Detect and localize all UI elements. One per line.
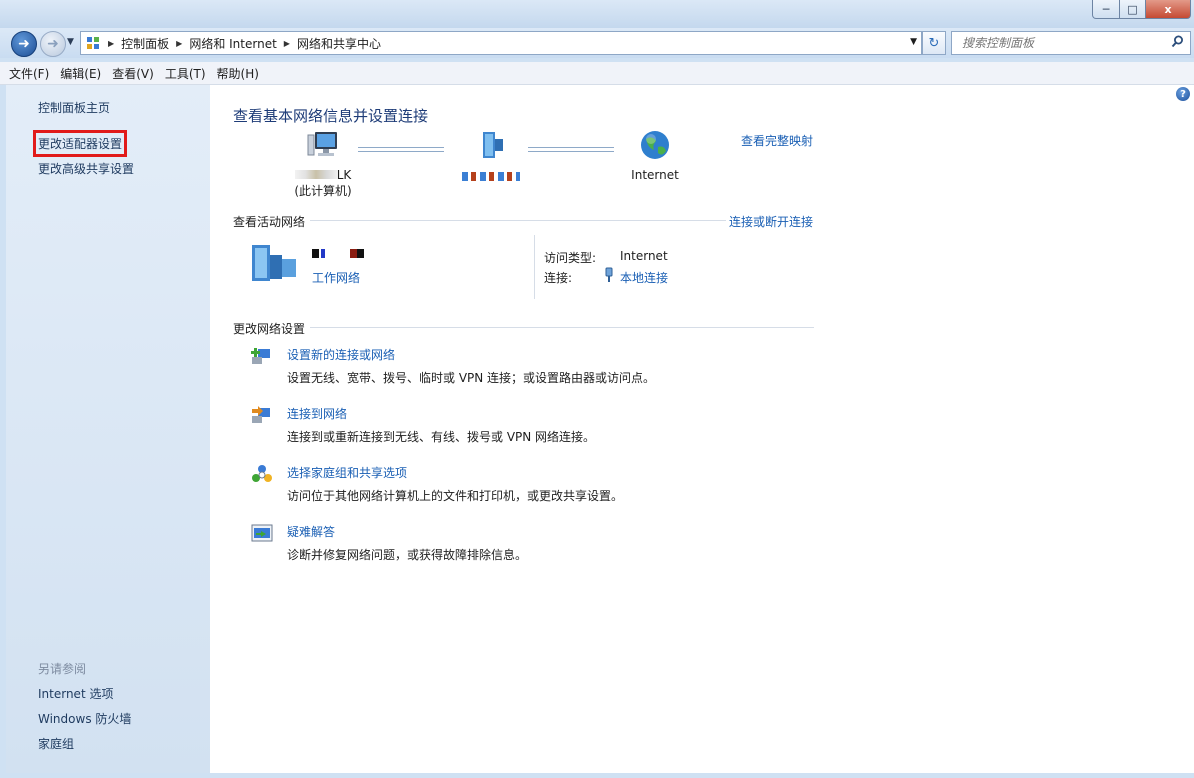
page-title: 查看基本网络信息并设置连接 — [233, 107, 429, 125]
computer-icon — [307, 132, 337, 156]
navigation-bar: ➜ ➜ ▼ ▶ 控制面板 ▶ 网络和 Internet ▶ 网络和共享中心 ▼ … — [0, 28, 1194, 58]
see-also-internet-options[interactable]: Internet 选项 — [38, 685, 113, 702]
chevron-right-icon: ▶ — [283, 38, 290, 48]
section-divider — [310, 220, 726, 221]
task-troubleshoot-desc: 诊断并修复网络问题，或获得故障排除信息。 — [287, 548, 528, 562]
map-node-network[interactable] — [456, 129, 526, 184]
map-connection-line — [358, 147, 444, 152]
menu-bar: 文件(F) 编辑(E) 查看(V) 工具(T) 帮助(H) — [0, 62, 1194, 85]
section-divider — [310, 327, 814, 328]
menu-help[interactable]: 帮助(H) — [217, 65, 259, 82]
troubleshoot-icon — [251, 524, 273, 542]
view-full-map-link[interactable]: 查看完整映射 — [741, 132, 813, 149]
access-type-label: 访问类型: — [544, 251, 597, 265]
new-connection-icon — [251, 348, 270, 364]
map-node-this-computer[interactable]: LK (此计算机) — [258, 129, 388, 199]
connections-label: 连接: — [544, 271, 573, 285]
redacted-network-name — [462, 172, 520, 181]
redacted-computer-name — [294, 170, 337, 179]
task-setup-new-connection[interactable]: 设置新的连接或网络 — [287, 346, 395, 363]
menu-file[interactable]: 文件(F) — [9, 65, 49, 82]
change-settings-heading: 更改网络设置 — [233, 322, 306, 336]
globe-icon — [641, 131, 669, 159]
see-also-homegroup[interactable]: 家庭组 — [38, 735, 74, 752]
search-icon[interactable] — [1171, 35, 1184, 51]
task-homegroup-sharing-desc: 访问位于其他网络计算机上的文件和打印机，或更改共享设置。 — [287, 489, 624, 503]
task-connect-to-network-desc: 连接到或重新连接到无线、有线、拨号或 VPN 网络连接。 — [287, 430, 596, 444]
address-dropdown-icon[interactable]: ▼ — [910, 37, 917, 47]
refresh-button[interactable]: ↻ — [922, 31, 946, 55]
access-type-value: Internet — [620, 249, 668, 263]
connect-or-disconnect-link[interactable]: 连接或断开连接 — [729, 213, 813, 230]
control-panel-icon — [85, 35, 101, 51]
network-adapter-icon — [604, 267, 614, 286]
arrow-left-icon: ➜ — [18, 36, 30, 52]
chevron-right-icon: ▶ — [108, 38, 115, 48]
refresh-icon: ↻ — [928, 35, 940, 51]
task-setup-new-connection-desc: 设置无线、宽带、拨号、临时或 VPN 连接；或设置路由器或访问点。 — [287, 371, 656, 385]
sidebar-link-control-panel-home[interactable]: 控制面板主页 — [38, 99, 110, 116]
close-icon: x — [1164, 2, 1172, 16]
network-building-icon — [483, 132, 503, 158]
menu-tools[interactable]: 工具(T) — [165, 65, 206, 82]
task-connect-to-network[interactable]: 连接到网络 — [287, 405, 347, 422]
title-bar: ─ □ x — [0, 0, 1194, 28]
homegroup-icon — [252, 465, 272, 482]
arrow-right-icon: ➜ — [47, 36, 59, 52]
task-sidebar: 控制面板主页 更改适配器设置 更改高级共享设置 另请参阅 Internet 选项… — [6, 85, 210, 773]
vertical-divider — [534, 235, 535, 299]
map-node-internet[interactable]: Internet — [622, 129, 688, 182]
map-connection-line — [528, 147, 614, 152]
breadcrumb-network-sharing-center[interactable]: 网络和共享中心 — [297, 35, 381, 52]
close-button[interactable]: x — [1145, 0, 1191, 19]
minimize-button[interactable]: ─ — [1092, 0, 1120, 19]
search-box[interactable] — [951, 31, 1191, 55]
forward-button[interactable]: ➜ — [40, 31, 66, 57]
maximize-button[interactable]: □ — [1119, 0, 1146, 19]
this-computer-caption: (此计算机) — [294, 184, 352, 198]
task-homegroup-sharing[interactable]: 选择家庭组和共享选项 — [287, 464, 407, 481]
network-type-link[interactable]: 工作网络 — [312, 269, 360, 286]
see-also-windows-firewall[interactable]: Windows 防火墙 — [38, 710, 131, 727]
active-networks-heading: 查看活动网络 — [233, 215, 306, 229]
breadcrumb-control-panel[interactable]: 控制面板 — [121, 35, 169, 52]
help-icon[interactable]: ? — [1176, 87, 1190, 101]
maximize-icon: □ — [1127, 2, 1138, 16]
task-troubleshoot[interactable]: 疑难解答 — [287, 523, 335, 540]
chevron-right-icon: ▶ — [176, 38, 183, 48]
computer-name-suffix: LK — [336, 168, 352, 182]
sidebar-link-change-advanced-sharing[interactable]: 更改高级共享设置 — [38, 160, 134, 177]
see-also-heading: 另请参阅 — [38, 662, 87, 676]
sidebar-link-change-adapter-settings[interactable]: 更改适配器设置 — [32, 130, 128, 157]
redacted-active-network-name — [312, 249, 364, 258]
breadcrumb-network-internet[interactable]: 网络和 Internet — [189, 35, 276, 52]
recent-pages-dropdown[interactable]: ▼ — [67, 37, 74, 47]
internet-label: Internet — [631, 168, 679, 182]
minimize-icon: ─ — [1102, 2, 1110, 16]
menu-view[interactable]: 查看(V) — [112, 65, 154, 82]
local-connection-link[interactable]: 本地连接 — [620, 269, 668, 286]
menu-edit[interactable]: 编辑(E) — [60, 65, 101, 82]
connect-to-network-icon — [252, 406, 270, 423]
back-button[interactable]: ➜ — [11, 31, 37, 57]
work-network-icon[interactable] — [248, 241, 300, 285]
search-input[interactable] — [960, 32, 1164, 54]
address-bar[interactable]: ▶ 控制面板 ▶ 网络和 Internet ▶ 网络和共享中心 ▼ — [80, 31, 922, 55]
main-content: ? 查看基本网络信息并设置连接 查看完整映射 LK (此计算机) Interne… — [210, 85, 1194, 773]
